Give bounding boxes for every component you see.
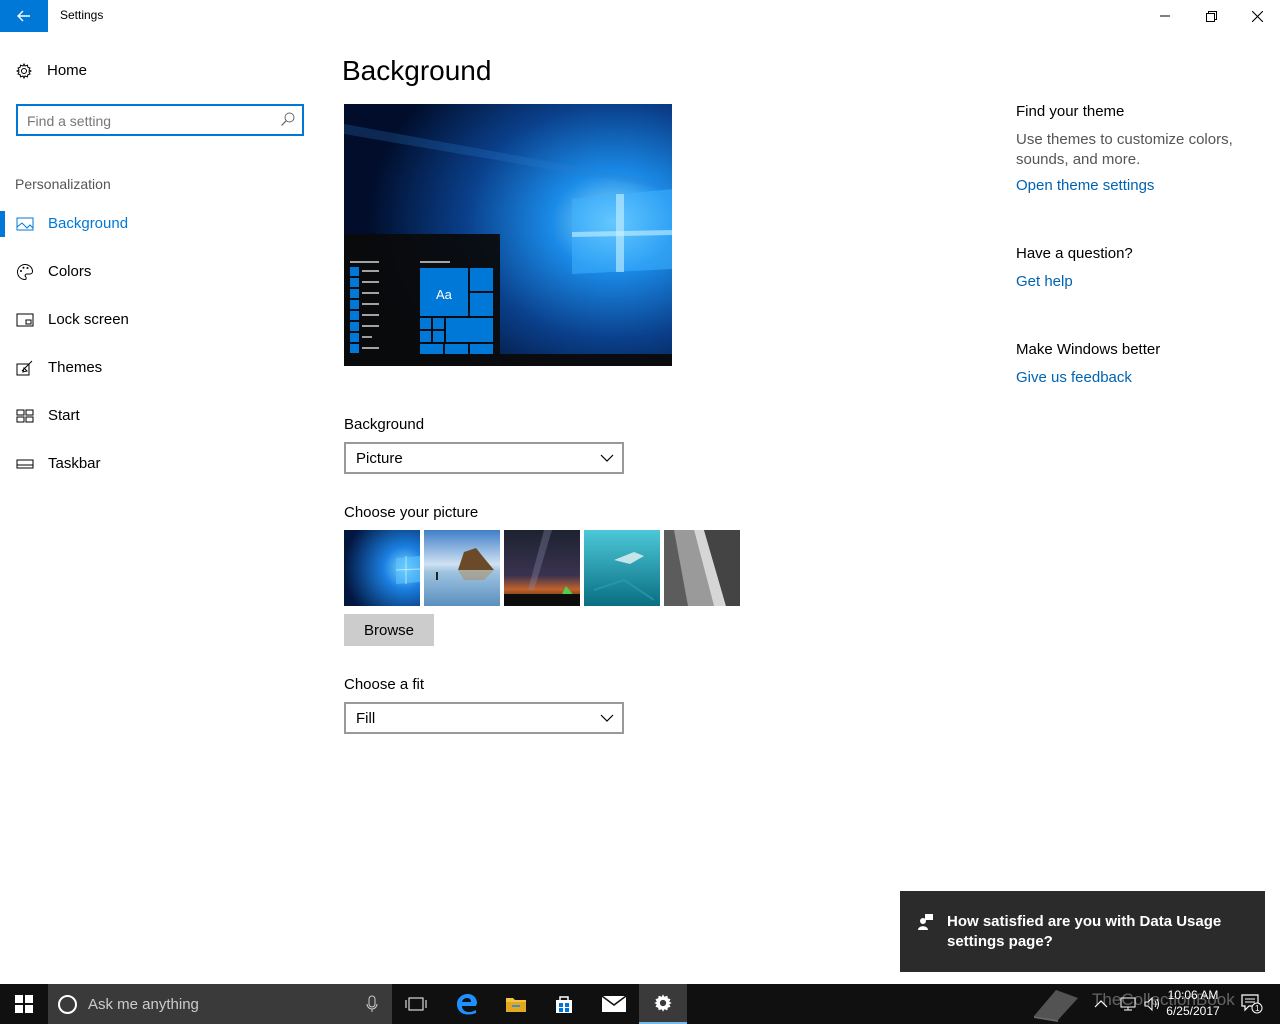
background-label: Background [344, 416, 425, 433]
clock-date: 6/25/2017 [1166, 1004, 1220, 1018]
search-icon[interactable] [280, 111, 296, 127]
sidebar-item-label: Background [48, 215, 129, 232]
active-indicator [0, 211, 5, 237]
preview-tile-text: Aa [436, 287, 453, 302]
lock-screen-icon [16, 313, 34, 327]
restore-button[interactable] [1188, 0, 1234, 32]
mail-icon [602, 996, 626, 1012]
picture-thumbnail[interactable] [424, 530, 500, 606]
store-icon [556, 996, 572, 1013]
folder-icon [506, 998, 526, 1012]
get-help-link[interactable]: Get help [1016, 273, 1073, 290]
search-input[interactable] [27, 111, 277, 131]
fit-value: Fill [356, 710, 376, 727]
theme-heading: Find your theme [1016, 103, 1125, 120]
chevron-up-icon[interactable] [1094, 999, 1108, 1009]
fit-label: Choose a fit [344, 676, 425, 693]
cortana-placeholder: Ask me anything [88, 996, 199, 1013]
file-explorer-button[interactable] [492, 984, 540, 1024]
clock[interactable]: 10:06 AM 6/25/2017 [1160, 987, 1226, 1019]
close-icon [1251, 10, 1263, 22]
start-button[interactable] [0, 984, 48, 1024]
search-box[interactable] [16, 104, 304, 136]
minimize-button[interactable] [1142, 0, 1188, 32]
background-dropdown[interactable]: Picture [344, 442, 624, 474]
edge-icon [457, 994, 477, 1015]
task-view-icon [405, 997, 427, 1011]
picture-icon [16, 217, 34, 231]
sidebar-item-label: Start [48, 407, 80, 424]
theme-description: Use themes to customize colors, sounds, … [1016, 131, 1233, 168]
feedback-person-icon [918, 914, 933, 930]
restore-icon [1205, 10, 1217, 22]
microphone-icon[interactable] [366, 995, 378, 1013]
mail-button[interactable] [590, 984, 638, 1024]
chevron-down-icon [600, 454, 614, 462]
gear-icon [654, 994, 672, 1012]
picture-thumbnail[interactable] [504, 530, 580, 606]
taskbar: Ask me anything TheCollectionBook 10:06 … [0, 984, 1280, 1024]
section-heading: Personalization [15, 176, 111, 192]
gear-icon [16, 62, 32, 79]
edge-button[interactable] [443, 984, 491, 1024]
title-bar: Settings [0, 0, 1280, 32]
cortana-icon [58, 995, 77, 1014]
background-value: Picture [356, 450, 403, 467]
browse-button[interactable]: Browse [344, 614, 434, 646]
minimize-icon [1160, 15, 1170, 17]
taskbar-icon [16, 459, 34, 469]
store-button[interactable] [540, 984, 588, 1024]
sidebar-item-label: Lock screen [48, 311, 129, 328]
preview-image: Aa [344, 104, 672, 366]
sidebar-item-label: Colors [48, 263, 92, 280]
sidebar-item-label: Taskbar [48, 455, 101, 472]
back-arrow-icon [17, 10, 30, 22]
sidebar-item-start[interactable]: Start [0, 396, 320, 436]
chevron-down-icon [600, 714, 614, 722]
notification-count: 1 [1255, 1004, 1260, 1013]
close-button[interactable] [1234, 0, 1280, 32]
sidebar-item-colors[interactable]: Colors [0, 252, 320, 292]
give-feedback-link[interactable]: Give us feedback [1016, 369, 1132, 386]
book-logo-icon [1034, 990, 1078, 1022]
sidebar: Home Personalization Background Colors L… [0, 32, 320, 984]
picture-thumbnail[interactable] [664, 530, 740, 606]
sidebar-item-taskbar[interactable]: Taskbar [0, 444, 320, 484]
windows-logo-icon [15, 995, 33, 1013]
home-label: Home [47, 62, 88, 79]
themes-icon [16, 360, 33, 376]
picture-thumbnail[interactable] [344, 530, 420, 606]
network-icon[interactable] [1120, 997, 1136, 1011]
open-theme-settings-link[interactable]: Open theme settings [1016, 177, 1154, 194]
choose-picture-label: Choose your picture [344, 504, 479, 521]
start-icon [16, 409, 34, 423]
feedback-heading: Make Windows better [1016, 341, 1161, 358]
system-tray [1094, 984, 1162, 1024]
picture-thumbnail[interactable] [584, 530, 660, 606]
toast-message: How satisfied are you with Data Usage se… [947, 913, 1222, 950]
cortana-search-box[interactable]: Ask me anything [48, 984, 392, 1024]
back-button[interactable] [0, 0, 48, 32]
sidebar-item-lock-screen[interactable]: Lock screen [0, 300, 320, 340]
palette-icon [17, 263, 34, 281]
clock-time: 10:06 AM [1167, 988, 1219, 1002]
question-heading: Have a question? [1016, 245, 1133, 262]
window-title: Settings [60, 8, 104, 22]
sidebar-item-themes[interactable]: Themes [0, 348, 320, 388]
fit-dropdown[interactable]: Fill [344, 702, 624, 734]
action-center-button[interactable]: 1 [1232, 984, 1272, 1024]
sidebar-item-label: Themes [48, 359, 103, 376]
desktop-preview: Aa [344, 104, 672, 366]
sidebar-item-background[interactable]: Background [0, 204, 320, 244]
settings-taskbar-button[interactable] [639, 984, 687, 1024]
picture-thumbnails [344, 530, 740, 606]
feedback-toast[interactable]: How satisfied are you with Data Usage se… [900, 891, 1265, 972]
page-title: Background [342, 55, 492, 86]
home-link[interactable]: Home [16, 62, 87, 79]
notification-icon: 1 [1241, 994, 1263, 1014]
task-view-button[interactable] [392, 984, 440, 1024]
